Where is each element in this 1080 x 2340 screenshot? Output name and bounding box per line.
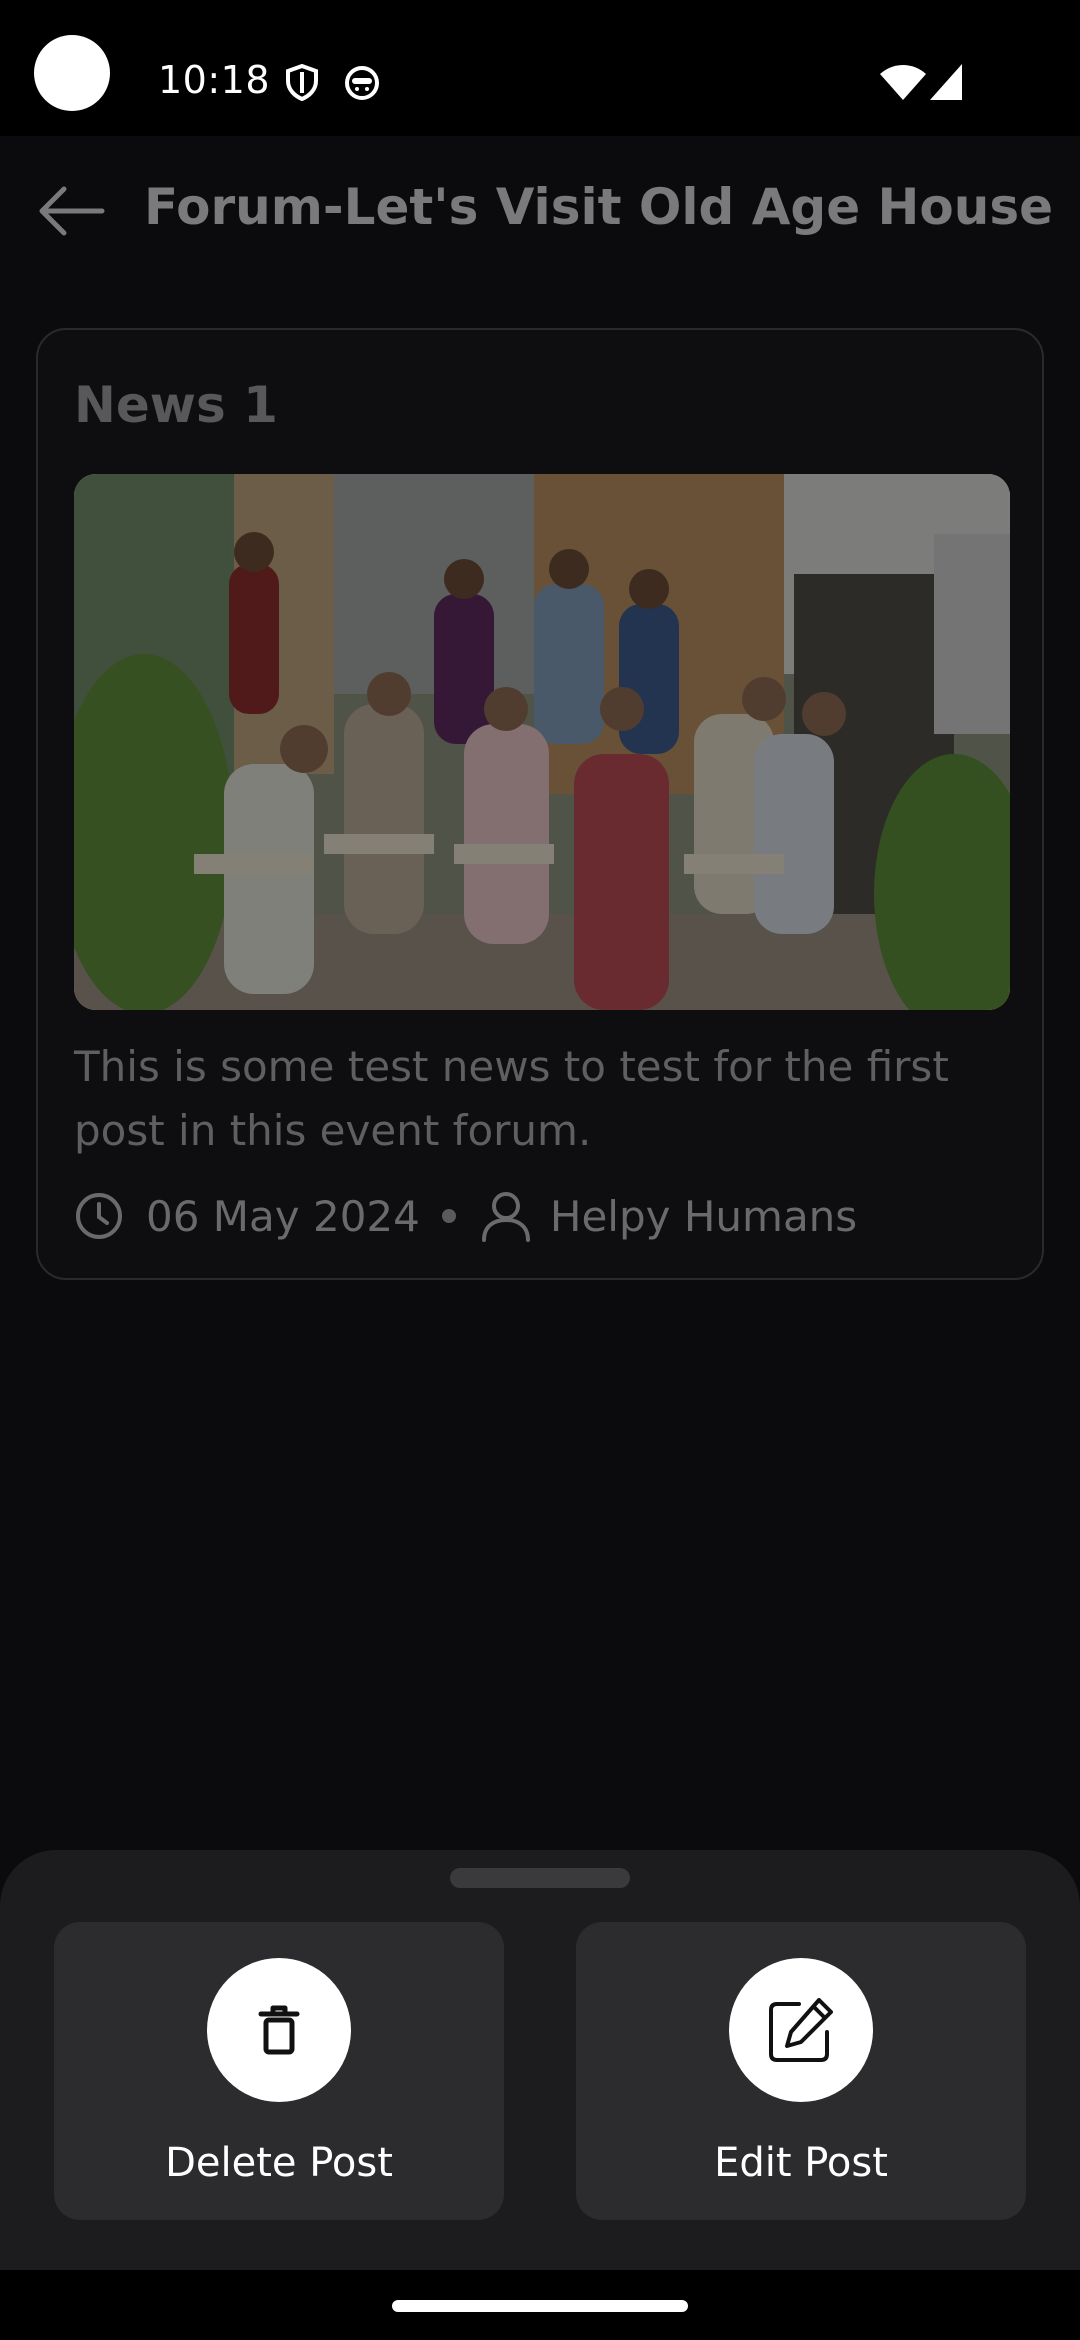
page-title: Forum-Let's Visit Old Age House: [144, 178, 1054, 236]
arrow-left-icon[interactable]: [36, 186, 106, 236]
sheet-drag-handle[interactable]: [450, 1868, 630, 1888]
shield-icon: [286, 63, 318, 102]
cat-face-icon: [345, 66, 379, 100]
delete-post-button[interactable]: Delete Post: [54, 1922, 504, 2220]
edit-icon-circle: [729, 1958, 873, 2102]
camera-cutout: [34, 35, 110, 111]
news-card[interactable]: News 1 This is some test news to test fo…: [36, 328, 1044, 1280]
edit-post-button[interactable]: Edit Post: [576, 1922, 1026, 2220]
status-bar: 10:18: [0, 0, 1080, 136]
delete-post-label: Delete Post: [165, 2140, 393, 2186]
edit-post-label: Edit Post: [714, 2140, 888, 2186]
screen: 10:18 Forum-Let's Visit Old Age House Ne…: [0, 0, 1080, 2340]
news-date: 06 May 2024: [146, 1191, 420, 1241]
actions-bottom-sheet: Delete Post Edit Post: [0, 1850, 1080, 2270]
news-image[interactable]: [74, 474, 1010, 1010]
group-photo: [74, 474, 1010, 1010]
news-body: This is some test news to test for the f…: [74, 1042, 949, 1155]
clock-icon: [76, 1193, 122, 1239]
app-bar: Forum-Let's Visit Old Age House: [0, 136, 1080, 282]
separator-dot: [441, 1209, 456, 1223]
news-title: News 1: [74, 376, 278, 434]
status-time: 10:18: [158, 58, 271, 102]
delete-icon-circle: [207, 1958, 351, 2102]
edit-icon: [769, 1998, 833, 2062]
home-indicator[interactable]: [392, 2300, 688, 2312]
news-meta: 06 May 2024 Helpy Humans: [74, 1188, 857, 1244]
person-icon: [481, 1192, 530, 1242]
wifi-icon: [880, 65, 926, 100]
signal-icon: [930, 64, 962, 100]
news-author: Helpy Humans: [549, 1191, 858, 1241]
trash-icon: [258, 2005, 300, 2055]
